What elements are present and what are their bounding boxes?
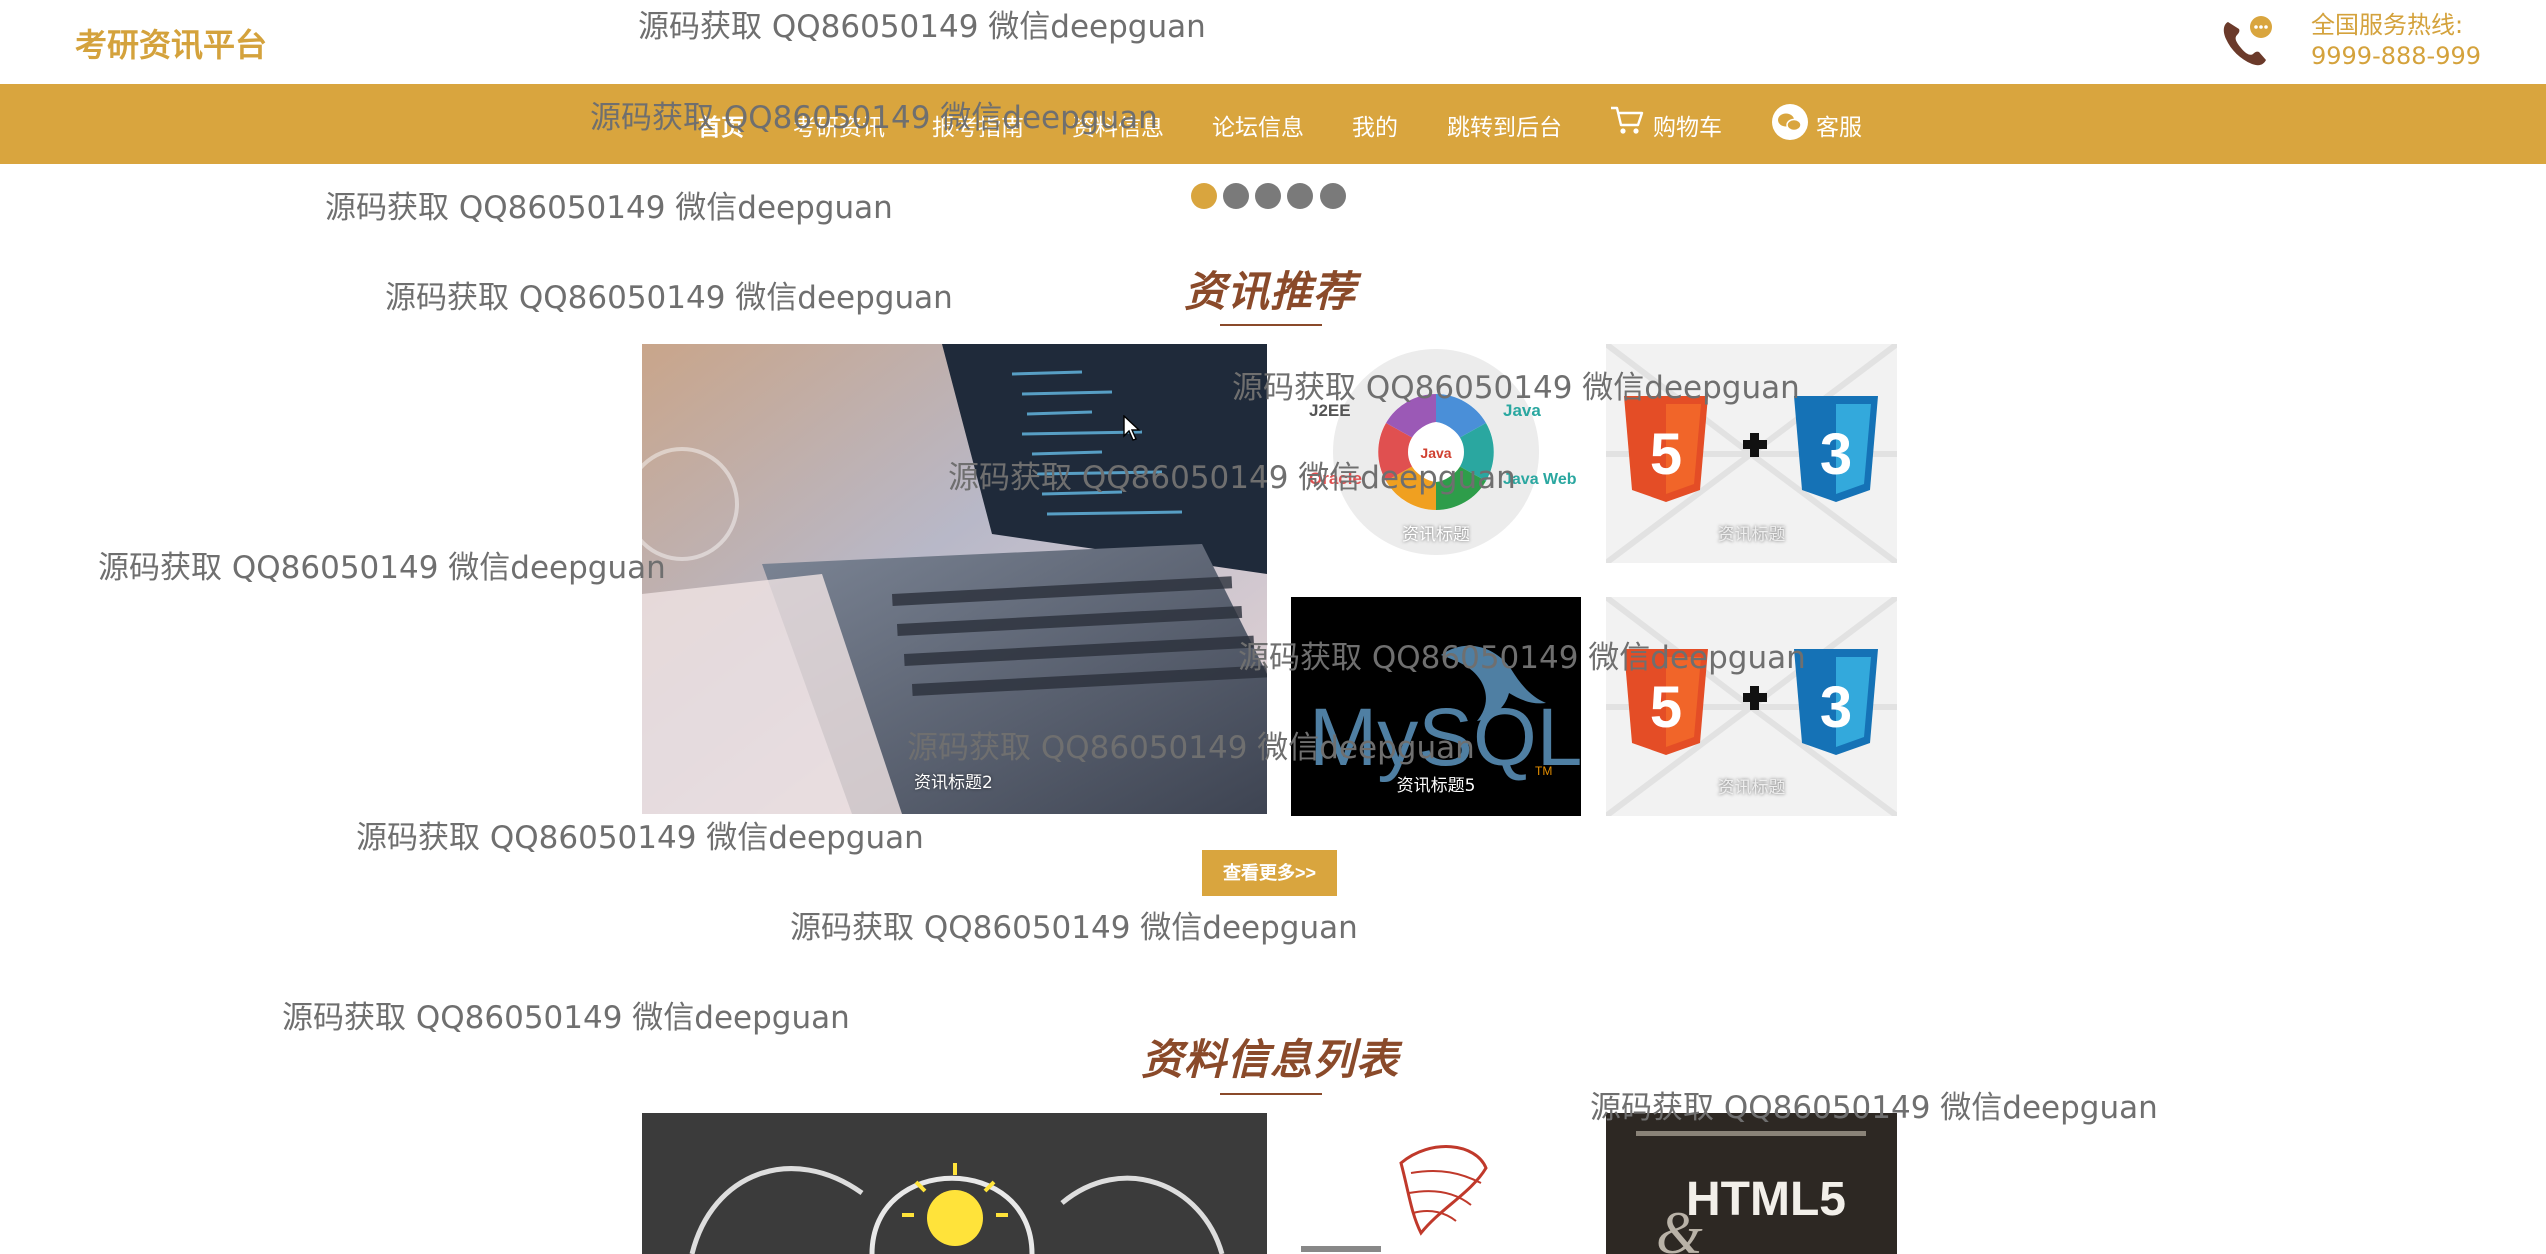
news-tile-1[interactable]: 资讯标题2: [642, 344, 1267, 814]
watermark-text: 源码获取 QQ86050149 微信deepguan: [98, 550, 666, 586]
java-label: Java: [1503, 401, 1541, 420]
news-title-underline: [1220, 324, 1322, 326]
nav-item-cart[interactable]: 购物车: [1653, 108, 1722, 142]
mouse-cursor-icon: [1123, 415, 1141, 441]
carousel-dot-1[interactable]: [1191, 183, 1217, 209]
view-more-button[interactable]: 查看更多>>: [1202, 850, 1337, 896]
java-cup-label: Java: [1420, 445, 1451, 461]
css3-badge-number: 3: [1820, 422, 1852, 487]
news-section-title: 资讯推荐: [1184, 267, 1357, 316]
laptop-photo-image: [642, 344, 1267, 814]
hotline-number: 9999-888-999: [2311, 42, 2482, 70]
watermark-text: 源码获取 QQ86050149 微信deepguan: [356, 820, 924, 856]
nav-item-exam-news[interactable]: 考研资讯: [793, 108, 885, 142]
nav-item-support[interactable]: 客服: [1816, 108, 1862, 142]
oracle-label: Oracle: [1309, 469, 1362, 488]
news-tile-3-caption: 资讯标题: [1717, 525, 1786, 545]
news-tile-4[interactable]: MySQL TM 资讯标题5: [1291, 597, 1581, 816]
materials-tile-3[interactable]: HTML5 &: [1606, 1113, 1897, 1254]
carousel-dot-5[interactable]: [1320, 183, 1346, 209]
materials-tile-2[interactable]: [1291, 1113, 1581, 1254]
nav-item-admin[interactable]: 跳转到后台: [1447, 108, 1562, 142]
phone-icon: [2223, 16, 2272, 66]
html5-badge-number: 5: [1650, 675, 1682, 740]
news-tile-2[interactable]: Java J2EE Java Java Web Oracle 资讯标题: [1291, 344, 1581, 563]
html5-badge-number: 5: [1650, 422, 1682, 487]
nav-item-mine[interactable]: 我的: [1352, 108, 1398, 142]
lightbulb-image: [642, 1113, 1267, 1254]
site-brand[interactable]: 考研资讯平台: [75, 20, 267, 66]
watermark-text: 源码获取 QQ86050149 微信deepguan: [282, 1000, 850, 1036]
news-tile-5[interactable]: 5 3 资讯标题: [1606, 597, 1897, 816]
watermark-text: 源码获取 QQ86050149 微信deepguan: [385, 280, 953, 316]
svg-text:&: &: [1656, 1200, 1703, 1254]
wechat-icon[interactable]: [1771, 103, 1809, 141]
java-web-label: Java Web: [1503, 471, 1577, 488]
cart-icon[interactable]: [1609, 104, 1645, 136]
main-nav: 首页 考研资讯 报考指南 资料信息 论坛信息 我的 跳转到后台 购物车 客服: [0, 84, 2546, 164]
carousel-dot-3[interactable]: [1255, 183, 1281, 209]
news-tile-4-caption: 资讯标题5: [1396, 776, 1476, 796]
page-root: 考研资讯平台 全国服务热线: 9999-888-999 首页 考研资讯 报考指南…: [0, 0, 2546, 1254]
css3-badge-number: 3: [1820, 675, 1852, 740]
news-tile-5-caption: 资讯标题: [1717, 778, 1786, 798]
top-bar: 考研资讯平台 全国服务热线: 9999-888-999: [0, 0, 2546, 84]
hotline-label: 全国服务热线:: [2311, 11, 2464, 39]
nav-item-home[interactable]: 首页: [698, 108, 744, 142]
news-tile-3[interactable]: 5 3 资讯标题: [1606, 344, 1897, 563]
sql-server-logo-image: [1301, 1145, 1488, 1252]
news-tile-2-caption: 资讯标题: [1402, 525, 1470, 545]
materials-section-title: 资料信息列表: [1141, 1035, 1400, 1084]
news-tile-1-caption: 资讯标题2: [914, 773, 993, 793]
nav-item-application-guide[interactable]: 报考指南: [932, 108, 1024, 142]
nav-item-materials[interactable]: 资料信息: [1072, 108, 1164, 142]
html5-book-cover-image: HTML5 &: [1606, 1113, 1897, 1254]
materials-tile-1[interactable]: [642, 1113, 1267, 1254]
materials-title-underline: [1220, 1093, 1322, 1095]
nav-item-forum[interactable]: 论坛信息: [1212, 108, 1304, 142]
hotline-info: 全国服务热线: 9999-888-999: [2311, 10, 2481, 72]
carousel-dot-2[interactable]: [1223, 183, 1249, 209]
watermark-text: 源码获取 QQ86050149 微信deepguan: [790, 910, 1358, 946]
j2ee-label: J2EE: [1309, 401, 1351, 420]
book-cover-title: HTML5: [1686, 1173, 1846, 1226]
carousel-dot-4[interactable]: [1287, 183, 1313, 209]
watermark-text: 源码获取 QQ86050149 微信deepguan: [325, 190, 893, 226]
